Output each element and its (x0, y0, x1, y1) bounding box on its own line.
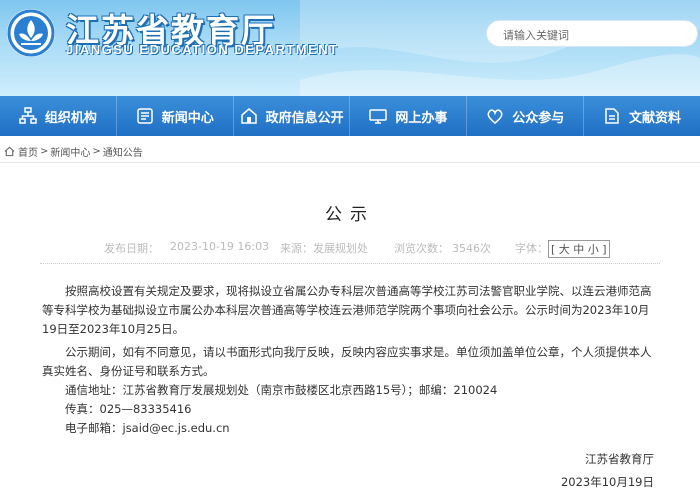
contact-fax: 传真：025—83335416 (65, 402, 192, 416)
nav-label: 政府信息公开 (265, 110, 344, 126)
breadcrumb-separator: > (40, 146, 49, 157)
breadcrumb-separator: > (92, 146, 101, 157)
published-value: 2023-10-19 16:03 (170, 240, 270, 253)
font-bracket-open: [ (551, 243, 556, 256)
paragraph-objections: 公示期间，如有不同意见，请以书面形式向我厅反映，反映内容应实事求是。单位须加盖单… (42, 345, 652, 378)
home-icon (4, 146, 15, 157)
contact-address: 通信地址：江苏省教育厅发展规划处（南京市鼓楼区北京西路15号）；邮编：21002… (65, 383, 498, 397)
views-label: 浏览次数： (394, 242, 449, 255)
contact-email: 电子邮箱：jsaid@ec.js.edu.cn (65, 421, 230, 435)
nav-item-news[interactable]: 新闻中心 (117, 96, 234, 136)
news-icon (136, 108, 153, 124)
site-subtitle: JIANGSU EDUCATION DEPARTMENT (66, 42, 339, 57)
article-body: 按照高校设置有关规定及要求，现将拟设立省属公办专科层次普通高等学校江苏司法警官职… (42, 282, 662, 438)
documents-icon (605, 108, 619, 124)
article-meta: 发布日期： 2023-10-19 16:03 来源： 发展规划处 浏览次数： 3… (0, 240, 700, 258)
signer: 江苏省教育厅 (585, 452, 654, 466)
search-input[interactable] (501, 25, 675, 45)
breadcrumb: 首页 > 新闻中心 > 通知公告 (0, 141, 700, 163)
font-bracket-close: ] (602, 243, 607, 256)
page-title: 公示 (325, 205, 375, 225)
font-size-switcher: [ 大 中 小 ] (548, 240, 610, 258)
main-nav: 组织机构 新闻中心 政府信息公开 网上办事 公众参与 文献资料 (0, 96, 700, 136)
public-participation-icon (487, 109, 503, 124)
nav-label: 网上办事 (395, 110, 448, 126)
nav-item-info-disclosure[interactable]: 政府信息公开 (234, 96, 351, 136)
info-disclosure-icon (240, 108, 257, 124)
online-service-icon (369, 109, 388, 124)
search-box[interactable] (486, 20, 698, 47)
sign-date: 2023年10月19日 (560, 475, 654, 489)
nav-label: 公众参与 (512, 110, 565, 126)
nav-label: 新闻中心 (161, 110, 214, 126)
views-value: 3546次 (452, 242, 491, 255)
breadcrumb-notices[interactable]: 通知公告 (103, 144, 143, 159)
wave-decoration (300, 0, 700, 96)
nav-item-public-participation[interactable]: 公众参与 (467, 96, 585, 136)
published-label: 发布日期： (104, 242, 159, 255)
font-size-medium[interactable]: 中 (573, 243, 584, 256)
nav-label: 文献资料 (629, 110, 682, 126)
org-chart-icon (19, 107, 37, 124)
nav-label: 组织机构 (44, 110, 97, 126)
source-value: 发展规划处 (313, 242, 368, 255)
font-size-large[interactable]: 大 (559, 243, 570, 256)
paragraph-intro: 按照高校设置有关规定及要求，现将拟设立省属公办专科层次普通高等学校江苏司法警官职… (42, 284, 652, 336)
font-size-label: 字体： (515, 242, 548, 255)
header-banner: 江苏省教育厅 JIANGSU EDUCATION DEPARTMENT (0, 0, 700, 96)
nav-item-online-service[interactable]: 网上办事 (350, 96, 468, 136)
logo-emblem-icon[interactable] (6, 8, 56, 58)
meta-divider (40, 263, 660, 264)
nav-item-documents[interactable]: 文献资料 (584, 96, 700, 136)
source-label: 来源： (280, 242, 313, 255)
font-size-small[interactable]: 小 (588, 243, 599, 256)
breadcrumb-news[interactable]: 新闻中心 (50, 144, 90, 159)
nav-item-org[interactable]: 组织机构 (0, 96, 117, 136)
breadcrumb-home[interactable]: 首页 (18, 144, 38, 159)
